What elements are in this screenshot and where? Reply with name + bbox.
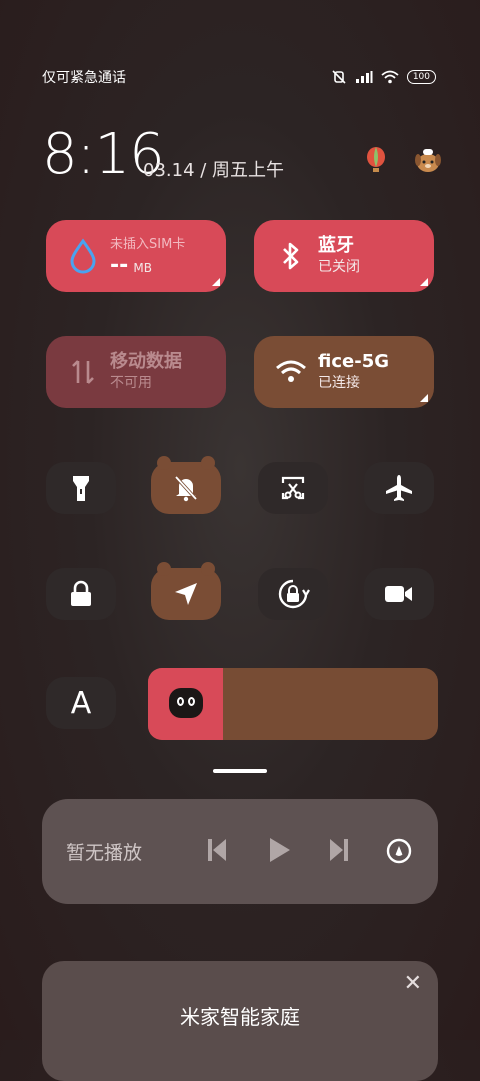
silent-icon [332,70,346,84]
signal-icon [355,71,373,83]
balloon-icon[interactable] [364,146,388,174]
brightness-slider[interactable] [148,668,438,740]
bluetooth-label: 蓝牙 [318,235,354,256]
expand-corner-icon [212,278,220,286]
mobile-data-tile[interactable]: 移动数据 不可用 [46,336,226,408]
location-icon [175,583,197,605]
bluetooth-icon [274,240,308,272]
water-drop-icon [66,238,100,274]
data-usage-tile[interactable]: 未插入SIM卡 -- MB [46,220,226,292]
carrier-status-text: 仅可紧急通话 [42,70,126,86]
bluetooth-status: 已关闭 [318,259,360,275]
rotation-lock-icon [278,579,310,609]
lock-icon [71,580,91,606]
data-usage-value: -- [110,253,129,278]
font-size-button[interactable]: A [46,677,116,729]
media-player-card[interactable]: 暂无播放 [42,799,438,904]
status-bar: 仅可紧急通话 100 [42,66,436,88]
expand-corner-icon [420,278,428,286]
data-arrows-icon [66,357,100,387]
location-toggle[interactable] [151,562,221,620]
close-icon[interactable]: ✕ [404,971,422,996]
wifi-network-name: fice-5G [318,351,389,372]
video-icon [385,586,412,602]
wifi-icon [381,70,399,84]
mobile-data-status: 不可用 [110,375,152,391]
panel-drag-handle[interactable] [213,769,267,773]
wifi-tile[interactable]: fice-5G 已连接 [254,336,434,408]
airplane-mode-toggle[interactable] [364,462,434,514]
expand-corner-icon [420,394,428,402]
sim-status-label: 未插入SIM卡 [110,237,186,252]
cast-icon[interactable] [385,837,413,865]
airplane-icon [386,475,412,501]
smart-home-card[interactable]: ✕ 米家智能家庭 [42,961,438,1081]
next-icon[interactable] [328,836,350,864]
data-usage-unit: MB [133,261,152,275]
header-icons [364,146,442,174]
battery-icon: 100 [406,70,436,84]
bluetooth-tile[interactable]: 蓝牙 已关闭 [254,220,434,292]
screenshot-toggle[interactable] [258,462,328,514]
font-size-label: A [70,685,92,721]
screen-lock-toggle[interactable] [46,568,116,620]
screenshot-icon [281,476,305,500]
wifi-icon [274,359,308,385]
smart-home-title: 米家智能家庭 [180,1005,300,1029]
flashlight-icon [73,476,89,501]
status-icons: 100 [331,69,436,85]
dog-avatar-icon[interactable] [414,146,442,174]
mobile-data-label: 移动数据 [110,351,182,372]
previous-icon[interactable] [206,836,228,864]
date-text: 03.14 / 周五上午 [143,160,285,181]
media-status-text: 暂无播放 [66,842,143,864]
screen-record-toggle[interactable] [364,568,434,620]
mute-toggle[interactable] [151,456,221,514]
mute-bell-icon [174,475,198,502]
rotation-lock-toggle[interactable] [258,568,328,620]
play-icon[interactable] [266,836,292,864]
wifi-status: 已连接 [318,375,360,391]
brightness-handle-face-icon [169,688,203,718]
flashlight-toggle[interactable] [46,462,116,514]
